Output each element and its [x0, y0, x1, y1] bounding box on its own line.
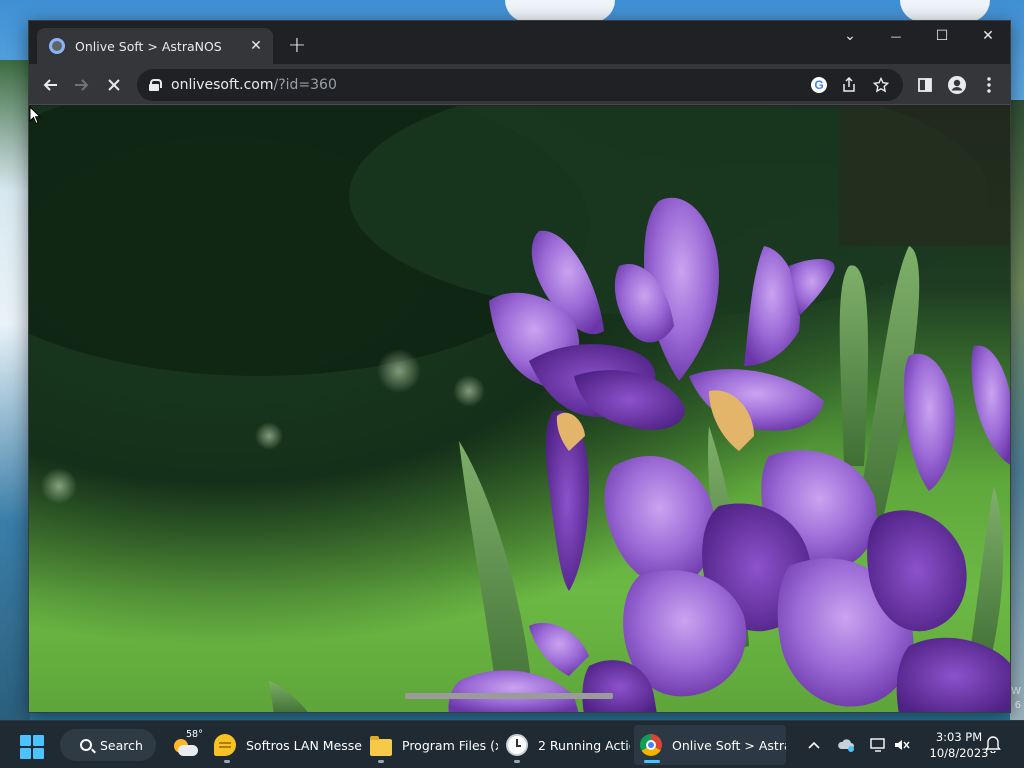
- new-tab-button[interactable]: +: [285, 33, 309, 58]
- forward-arrow-icon: [75, 79, 89, 91]
- show-hidden-icons-chevron-icon[interactable]: [804, 735, 824, 755]
- taskbar-app-running-actions[interactable]: 2 Running Action: [500, 725, 630, 765]
- minimize-button[interactable]: —: [873, 21, 919, 51]
- search-icon: [80, 739, 92, 751]
- active-indicator: [644, 760, 660, 763]
- url-domain: onlivesoft.com: [171, 77, 274, 93]
- profile-icon: [948, 76, 966, 94]
- wallpaper-cloud: [505, 0, 615, 22]
- side-panel-button[interactable]: [910, 70, 940, 100]
- wallpaper-cloud: [900, 0, 990, 22]
- taskbar-app-label: 2 Running Action: [538, 737, 630, 753]
- onedrive-icon[interactable]: [836, 735, 856, 755]
- running-indicator: [514, 760, 520, 763]
- bookmark-star-icon[interactable]: [871, 75, 891, 95]
- wallpaper-edge: [1010, 100, 1024, 720]
- folder-icon: [370, 735, 392, 756]
- volume-muted-icon[interactable]: [892, 735, 912, 755]
- kebab-menu-icon: [987, 77, 991, 93]
- taskbar-app-softros-messenger[interactable]: Softros LAN Messeng: [208, 725, 362, 765]
- page-content-iris-photo[interactable]: [29, 106, 1010, 712]
- notification-bell-icon[interactable]: [985, 735, 1005, 755]
- taskbar-search-button[interactable]: Search: [60, 729, 156, 761]
- side-panel-icon: [918, 78, 932, 92]
- browser-toolbar: onlivesoft.com/?id=360 G: [29, 64, 1010, 105]
- chrome-icon: [640, 734, 662, 756]
- address-bar[interactable]: onlivesoft.com/?id=360 G: [137, 69, 903, 101]
- maximize-button[interactable]: ☐: [919, 21, 965, 51]
- desktop-edge-label: W: [1011, 686, 1021, 697]
- back-button[interactable]: [35, 70, 65, 100]
- share-icon[interactable]: [839, 75, 859, 95]
- lock-icon[interactable]: [149, 79, 162, 91]
- mouse-cursor-icon: [29, 106, 41, 125]
- taskbar-app-chrome[interactable]: Onlive Soft > AstraN: [634, 725, 786, 765]
- site-favicon-icon: [49, 38, 65, 54]
- tab-strip: Onlive Soft > AstraNOS ✕ + ⌄ — ☐ ✕: [29, 21, 1010, 64]
- taskbar: Search 58° Softros LAN Messeng Program F…: [0, 720, 1024, 768]
- stop-loading-button[interactable]: [99, 70, 129, 100]
- browser-window: Onlive Soft > AstraNOS ✕ + ⌄ — ☐ ✕ onliv…: [28, 20, 1011, 713]
- tab-title: Onlive Soft > AstraNOS: [75, 38, 222, 54]
- running-indicator: [378, 760, 384, 763]
- weather-widget[interactable]: 58°: [172, 729, 203, 759]
- tab-close-icon[interactable]: ✕: [247, 37, 265, 55]
- weather-temperature: 58°: [186, 729, 203, 740]
- browser-menu-button[interactable]: [974, 70, 1004, 100]
- tab-onlive-soft[interactable]: Onlive Soft > AstraNOS ✕: [37, 28, 273, 64]
- back-arrow-icon: [43, 79, 57, 91]
- iris-flower-image: [29, 106, 1010, 712]
- tab-search-dropdown-button[interactable]: ⌄: [827, 21, 873, 51]
- desktop-edge-label: 6: [1014, 700, 1021, 711]
- horizontal-scrollbar[interactable]: [405, 693, 613, 699]
- messenger-icon: [214, 734, 236, 756]
- cloud-icon: [178, 745, 198, 756]
- taskbar-app-label: Softros LAN Messeng: [246, 737, 362, 753]
- wallpaper-waterfall: [0, 60, 30, 720]
- close-window-button[interactable]: ✕: [965, 21, 1010, 51]
- taskbar-app-label: Onlive Soft > AstraN: [672, 737, 786, 753]
- system-tray: [800, 721, 912, 768]
- taskbar-search-label: Search: [100, 737, 143, 753]
- forward-button[interactable]: [67, 70, 97, 100]
- url-path: /?id=360: [273, 77, 337, 93]
- display-icon[interactable]: [868, 735, 888, 755]
- start-button-windows-icon[interactable]: [20, 735, 44, 759]
- taskbar-app-label: Program Files (x86: [402, 737, 498, 753]
- address-url: onlivesoft.com/?id=360: [171, 77, 337, 93]
- running-indicator: [224, 760, 230, 763]
- stop-x-icon: [108, 79, 120, 91]
- google-lens-icon[interactable]: G: [811, 77, 827, 93]
- profile-button[interactable]: [942, 70, 972, 100]
- clock-icon: [506, 734, 528, 756]
- omnibox-icons: G: [811, 75, 891, 95]
- taskbar-app-program-files[interactable]: Program Files (x86: [364, 725, 498, 765]
